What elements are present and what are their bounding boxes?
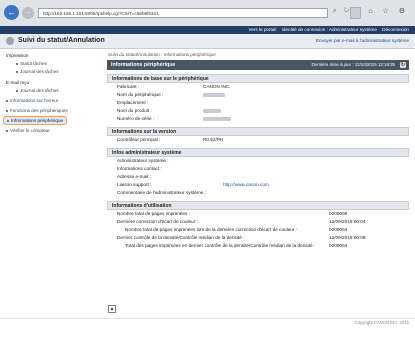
row-label: Dernière correction d'écart de couleur : [117,219,198,224]
browser-tab[interactable] [350,7,361,19]
row-value: 0000004 [329,243,348,248]
sidebar-item-label: Journal des tâches [20,69,59,74]
info-row: Numéro de série : [107,115,409,123]
sidebar-item-device-features[interactable]: Fonctions des périphériques [6,107,68,114]
info-row: Adresse e-mail : [107,173,409,181]
row-value: 0000008 [329,211,348,216]
info-row: Fabricant : CANON INC. [107,83,409,91]
footer: Copyright CANON INC. 2015 [0,318,415,327]
row-value: R0.52/PH [203,137,224,142]
row-label: Dernier contrôle de la densité/Contrôle … [117,235,245,240]
bullet-icon [6,99,8,102]
address-bar[interactable]: http://192.168.1.101:8000/rpshelp.cgi?CS… [38,8,328,18]
sidebar: Impression Statut tâches Journal des tâc… [0,49,100,319]
redacted-value [203,91,225,99]
info-row: Nombre total de pages imprimées : 0000008 [107,210,409,218]
copyright: Copyright CANON INC. 2015 [354,320,409,325]
info-row: Informations contact : [107,165,409,173]
page-title-text: Informations périphérique [111,62,176,68]
support-link[interactable]: http://www.canon.com [223,181,269,189]
row-label: Numéro de série : [117,116,155,121]
row-label: Nom du périphérique : [117,92,164,97]
login-identity: Identité de connexion : Administrateur s… [281,27,377,32]
top-header: Vers le portail Identité de connexion : … [0,26,415,34]
bullet-icon [16,89,18,92]
sidebar-item-check-counter[interactable]: Vérifier le compteur [6,127,50,134]
bullet-icon [6,129,8,132]
page-title: Informations périphérique Dernière mise … [107,60,409,70]
info-row: Dernière correction d'écart de couleur :… [107,218,409,226]
device-info-panel: Informations périphérique Dernière mise … [107,60,409,250]
sidebar-item-label: Fonctions des périphériques [10,108,68,113]
section-version-header: Informations sur la version [107,127,409,136]
sidebar-item-label: Informations sur l'erreur [10,98,59,103]
row-label: Liaison support : [117,182,152,187]
sidebar-section-printing: Impression [6,53,29,58]
row-label: Commentaire de l'administrateur système … [117,190,206,195]
sidebar-item-label: Journal des tâches [20,88,59,93]
section-basic-info-header: Informations de base sur le périphérique [107,74,409,83]
info-row: Nom du produit : [107,107,409,115]
status-monitor-icon [6,37,14,45]
info-row: Commentaire de l'administrateur système … [107,189,409,197]
row-value: 0000004 [329,227,348,232]
info-row: Total des pages imprimées en dernier con… [107,242,409,250]
sidebar-item-device-info[interactable]: Informations périphérique [3,116,68,125]
info-row: Administrateur système : [107,157,409,165]
info-row: Contrôleur principal : R0.52/PH [107,136,409,144]
row-label: Nom du produit : [117,108,152,113]
section-usage-header: Informations d'utilisation [107,201,409,210]
sidebar-item-label: Informations périphérique [11,118,64,123]
page-top-icon[interactable]: ▲ [108,305,116,313]
sidebar-item-job-status[interactable]: Statut tâches [16,60,47,67]
info-row: Emplacement : [107,99,409,107]
last-update: Dernière mise à jour : 12/10/2015 12:18:… [311,62,395,67]
back-arrow-icon[interactable]: ← [4,5,19,20]
row-label: Nombre total de pages imprimées lors de … [125,227,298,232]
row-label: Adresse e-mail : [117,174,151,179]
browser-toolbar: ← → http://192.168.1.101:8000/rpshelp.cg… [0,0,415,27]
page-app-title: Suivi du statut/Annulation [18,37,105,44]
refresh-icon[interactable]: ↻ [400,62,406,68]
window-controls-icon[interactable]: ⌂ ☆ ⚙ [368,7,409,15]
row-label: Total des pages imprimées en dernier con… [125,243,316,248]
row-value: 12/09/2015 00:08 [329,235,366,240]
row-label: Contrôleur principal : [117,137,161,142]
blank-area [0,327,415,360]
row-label: Informations contact : [117,166,162,171]
redacted-value [203,115,231,123]
info-row: Liaison support : http://www.canon.com [107,181,409,189]
sidebar-item-error-info[interactable]: Informations sur l'erreur [6,97,58,104]
breadcrumb: Suivi du statut/Annulation : Information… [108,52,216,57]
sidebar-item-job-log[interactable]: Journal des tâches [16,68,59,75]
info-row: Nombre total de pages imprimées lors de … [107,226,409,234]
sidebar-item-label: Statut tâches [20,61,47,66]
logout-link[interactable]: Déconnexion [382,27,409,32]
sidebar-item-label: Vérifier le compteur [10,128,50,133]
row-value: 12/09/2015 00:04 [329,219,366,224]
email-admin-link[interactable]: Envoyer par e-mail à l'administrateur sy… [316,37,409,45]
bullet-icon [7,119,9,122]
row-label: Emplacement : [117,100,149,105]
title-bar: Suivi du statut/Annulation Envoyer par e… [0,34,415,49]
redacted-value [203,107,221,115]
bullet-icon [16,62,18,65]
info-row: Nom du périphérique : [107,91,409,99]
row-label: Administrateur système : [117,158,169,163]
bullet-icon [6,109,8,112]
bullet-icon [16,70,18,73]
forward-arrow-icon[interactable]: → [22,7,34,19]
sidebar-section-email: E-mail reçu [6,80,30,85]
row-value: CANON INC. [203,84,231,89]
top-links: Vers le portail Identité de connexion : … [245,26,409,34]
portal-link[interactable]: Vers le portail [249,27,277,32]
info-row: Dernier contrôle de la densité/Contrôle … [107,234,409,242]
section-admin-header: Infos administrateur système [107,148,409,157]
row-label: Fabricant : [117,84,140,89]
row-label: Nombre total de pages imprimées : [117,211,190,216]
sidebar-item-email-job-log[interactable]: Journal des tâches [16,87,59,94]
